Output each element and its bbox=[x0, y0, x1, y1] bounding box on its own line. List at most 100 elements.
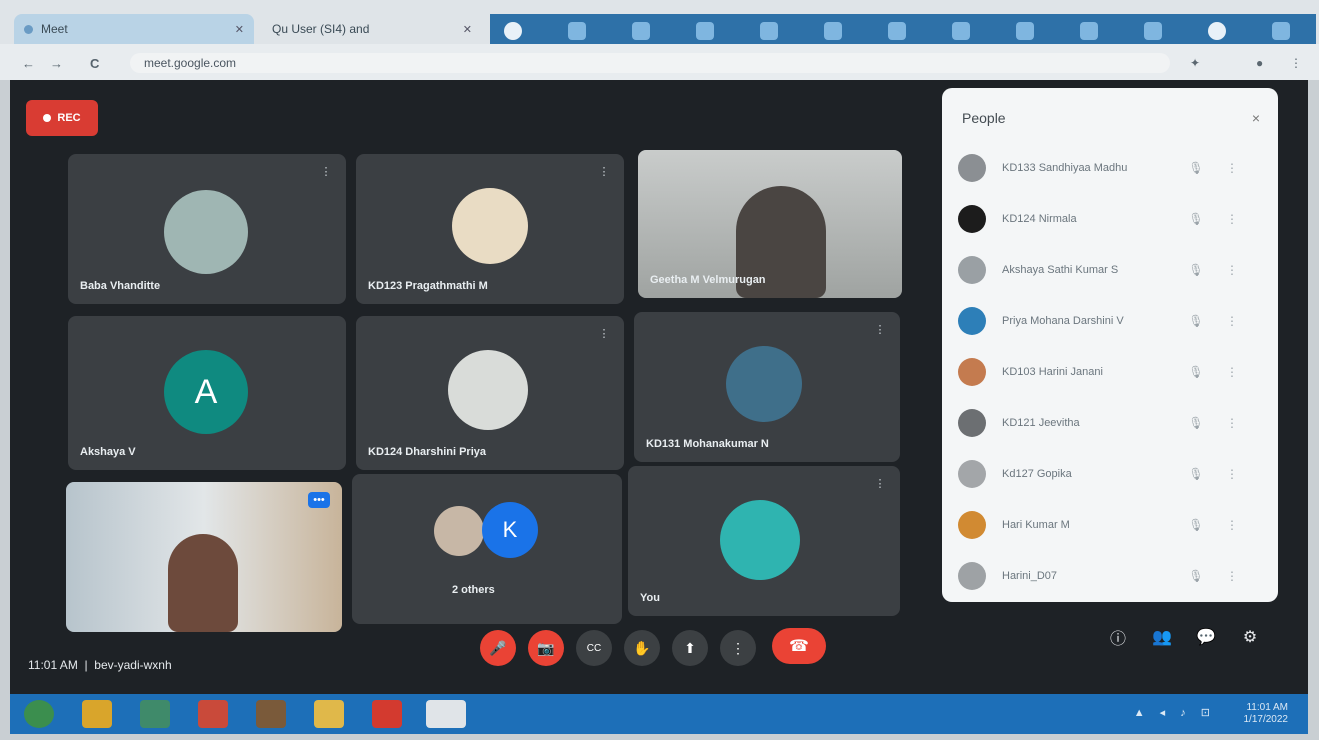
more-options-icon[interactable]: ⋮ bbox=[1226, 569, 1238, 583]
menu-icon[interactable]: ⋮ bbox=[1290, 56, 1302, 70]
tab-label: Qu User (SI4) and bbox=[272, 22, 370, 36]
pinned-tab-icon[interactable] bbox=[504, 22, 522, 40]
participant-row[interactable]: KD133 Sandhiyaa Madhu 🎙 ⋮ bbox=[958, 148, 1258, 188]
extensions-icon[interactable]: ✦ bbox=[1190, 56, 1200, 70]
raise-hand-button[interactable]: ✋ bbox=[624, 630, 660, 666]
more-options-icon[interactable]: ⋮ bbox=[1226, 518, 1238, 532]
pinned-tab-icon[interactable] bbox=[696, 22, 714, 40]
url-field[interactable]: meet.google.com bbox=[130, 53, 1170, 73]
taskbar-app-chrome-active[interactable] bbox=[426, 700, 466, 728]
participant-avatar bbox=[958, 154, 986, 182]
close-tab-icon[interactable]: ✕ bbox=[235, 23, 244, 36]
participant-name: Hari Kumar M bbox=[1002, 519, 1070, 531]
pinned-tab-icon[interactable] bbox=[1208, 22, 1226, 40]
muted-mic-icon: ⋮ bbox=[598, 328, 610, 340]
pinned-tab-icon[interactable] bbox=[568, 22, 586, 40]
taskbar-app-explorer[interactable] bbox=[314, 700, 344, 728]
taskbar-app-chrome[interactable] bbox=[82, 700, 112, 728]
taskbar-app-calc[interactable] bbox=[256, 700, 286, 728]
person-silhouette bbox=[168, 534, 238, 632]
participant-avatar bbox=[958, 307, 986, 335]
participant-tile[interactable]: ⋮ KD123 Pragathmathi M bbox=[356, 154, 624, 304]
meeting-details-button[interactable]: ⓘ bbox=[1104, 623, 1132, 651]
more-options-icon[interactable]: ⋮ bbox=[1226, 314, 1238, 328]
tab-meet[interactable]: Meet ✕ bbox=[14, 14, 254, 44]
taskbar-app-maps[interactable] bbox=[140, 700, 170, 728]
muted-mic-icon: 🎙 bbox=[1188, 569, 1204, 583]
participant-video-tile[interactable]: Geetha M Velmurugan bbox=[638, 150, 902, 298]
more-options-icon[interactable]: ⋮ bbox=[1226, 467, 1238, 481]
more-options-button[interactable]: ⋮ bbox=[720, 630, 756, 666]
pinned-tab-icon[interactable] bbox=[1016, 22, 1034, 40]
close-panel-button[interactable]: × bbox=[1252, 110, 1260, 126]
participant-name: Akshaya V bbox=[80, 446, 136, 458]
participant-tile[interactable]: ⋮ KD124 Dharshini Priya bbox=[356, 316, 624, 470]
camera-toggle-button[interactable]: 📷 bbox=[528, 630, 564, 666]
taskbar-app-media[interactable] bbox=[198, 700, 228, 728]
participant-row[interactable]: KD103 Harini Janani 🎙 ⋮ bbox=[958, 352, 1258, 392]
participant-row[interactable]: Kd127 Gopika 🎙 ⋮ bbox=[958, 454, 1258, 494]
pinned-tab-icon[interactable] bbox=[824, 22, 842, 40]
pinned-tab-icon[interactable] bbox=[760, 22, 778, 40]
more-options-icon[interactable]: ⋮ bbox=[1226, 212, 1238, 226]
participant-name: You bbox=[640, 592, 660, 604]
others-tile[interactable]: K 2 others bbox=[352, 474, 622, 624]
pinned-tab-icon[interactable] bbox=[1272, 22, 1290, 40]
meeting-code: bev-yadi-wxnh bbox=[94, 658, 172, 672]
recording-badge: REC bbox=[26, 100, 98, 136]
panel-title: People bbox=[962, 110, 1006, 126]
self-preview-video-tile[interactable]: ••• bbox=[66, 482, 342, 632]
participant-avatar bbox=[958, 256, 986, 284]
people-button[interactable]: 👥 bbox=[1148, 623, 1176, 651]
system-clock[interactable]: 11:01 AM 1/17/2022 bbox=[1244, 702, 1289, 726]
participant-row[interactable]: Priya Mohana Darshini V 🎙 ⋮ bbox=[958, 301, 1258, 341]
participant-row[interactable]: KD124 Nirmala 🎙 ⋮ bbox=[958, 199, 1258, 239]
back-button[interactable]: ← bbox=[22, 56, 35, 71]
system-tray-icons[interactable]: ▲ ◂ ♪ ⊡ bbox=[1134, 706, 1216, 719]
meeting-time: 11:01 AM bbox=[28, 658, 78, 672]
participant-avatar bbox=[958, 460, 986, 488]
pinned-tab-icon[interactable] bbox=[632, 22, 650, 40]
participant-name: KD121 Jeevitha bbox=[1002, 417, 1080, 429]
info-icon: ⓘ bbox=[1109, 631, 1126, 648]
more-options-icon[interactable]: ⋮ bbox=[1226, 416, 1238, 430]
pinned-tabs-strip bbox=[490, 14, 1316, 48]
clock-date: 1/17/2022 bbox=[1243, 714, 1289, 725]
participant-avatar bbox=[164, 190, 248, 274]
participant-tile[interactable]: ⋮ Baba Vhanditte bbox=[68, 154, 346, 304]
hangup-icon: ☎ bbox=[789, 638, 809, 655]
pinned-tab-icon[interactable] bbox=[888, 22, 906, 40]
pinned-tab-icon[interactable] bbox=[952, 22, 970, 40]
participant-name: Harini_D07 bbox=[1002, 570, 1058, 582]
muted-mic-icon: ⋮ bbox=[874, 324, 886, 336]
participant-tile[interactable]: ⋮ You bbox=[628, 466, 900, 616]
activities-button[interactable]: ⚙ bbox=[1236, 623, 1264, 651]
participant-tile[interactable]: A Akshaya V bbox=[68, 316, 346, 470]
pinned-tab-icon[interactable] bbox=[1144, 22, 1162, 40]
present-button[interactable]: ⬆ bbox=[672, 630, 708, 666]
participant-row[interactable]: Harini_D07 🎙 ⋮ bbox=[958, 556, 1258, 596]
participant-row[interactable]: Akshaya Sathi Kumar S 🎙 ⋮ bbox=[958, 250, 1258, 290]
browser-tab-bar: Meet ✕ Qu User (SI4) and ✕ bbox=[0, 0, 1319, 48]
forward-button[interactable]: → bbox=[50, 56, 63, 71]
more-options-icon[interactable]: ⋮ bbox=[1226, 365, 1238, 379]
captions-button[interactable]: CC bbox=[576, 630, 612, 666]
participant-row[interactable]: Hari Kumar M 🎙 ⋮ bbox=[958, 505, 1258, 545]
hand-icon: ✋ bbox=[633, 639, 651, 656]
close-tab-icon[interactable]: ✕ bbox=[463, 23, 472, 36]
profile-icon[interactable]: ● bbox=[1256, 56, 1263, 70]
tab-second[interactable]: Qu User (SI4) and ✕ bbox=[262, 14, 482, 44]
more-options-icon[interactable]: ⋮ bbox=[1226, 263, 1238, 277]
taskbar-app-start[interactable] bbox=[24, 700, 54, 728]
mic-toggle-button[interactable]: 🎤 bbox=[480, 630, 516, 666]
chat-button[interactable]: 💬 bbox=[1192, 623, 1220, 651]
speaking-indicator-icon: ••• bbox=[308, 492, 330, 508]
participant-tile[interactable]: ⋮ KD131 Mohanakumar N bbox=[634, 312, 900, 462]
reload-button[interactable]: C bbox=[90, 56, 99, 71]
more-options-icon[interactable]: ⋮ bbox=[1226, 161, 1238, 175]
participant-name: KD124 Dharshini Priya bbox=[368, 446, 486, 458]
leave-call-button[interactable]: ☎ bbox=[772, 628, 826, 664]
taskbar-app-pdf[interactable] bbox=[372, 700, 402, 728]
pinned-tab-icon[interactable] bbox=[1080, 22, 1098, 40]
participant-row[interactable]: KD121 Jeevitha 🎙 ⋮ bbox=[958, 403, 1258, 443]
